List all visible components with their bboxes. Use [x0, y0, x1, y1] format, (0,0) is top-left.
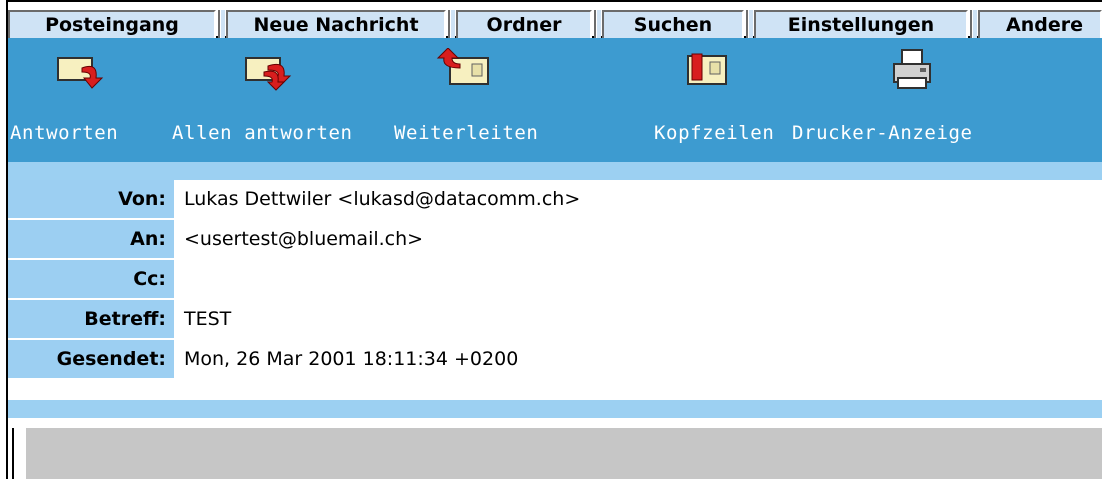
sent-value: Mon, 26 Mar 2001 18:11:34 +0200	[176, 340, 1102, 378]
forward-icon	[436, 48, 489, 85]
tab-separator	[968, 10, 978, 38]
reply-all-label: Allen antworten	[172, 122, 353, 144]
subject-label: Betreff:	[8, 300, 174, 338]
tab-separator	[216, 10, 226, 38]
message-body-area	[8, 418, 1102, 479]
tab-neue-nachricht[interactable]: Neue Nachricht	[226, 10, 446, 38]
headers-label: Kopfzeilen	[654, 122, 775, 144]
print-view-label: Drucker-Anzeige	[792, 122, 973, 144]
header-row-cc: Cc:	[8, 260, 1102, 300]
forward-button[interactable]: Weiterleiten	[392, 38, 592, 162]
header-row-sent: Gesendet: Mon, 26 Mar 2001 18:11:34 +020…	[8, 340, 1102, 380]
reply-all-button[interactable]: Allen antworten	[168, 38, 392, 162]
header-row-to: An: <usertest@bluemail.ch>	[8, 220, 1102, 260]
to-value: <usertest@bluemail.ch>	[176, 220, 1102, 258]
reply-icon	[57, 57, 104, 89]
tab-andere[interactable]: Andere	[978, 10, 1102, 38]
cc-label: Cc:	[8, 260, 174, 298]
subject-value: TEST	[176, 300, 1102, 338]
to-label: An:	[8, 220, 174, 258]
tab-separator	[446, 10, 456, 38]
headers-button[interactable]: Kopfzeilen	[648, 38, 788, 162]
header-row-subject: Betreff: TEST	[8, 300, 1102, 340]
headers-icon	[687, 53, 727, 85]
reply-all-icon	[245, 57, 292, 91]
tab-einstellungen[interactable]: Einstellungen	[754, 10, 968, 38]
reply-button[interactable]: Antworten	[8, 38, 168, 162]
from-label: Von:	[8, 180, 174, 218]
tab-separator	[744, 10, 754, 38]
header-row-from: Von: Lukas Dettwiler <lukasd@datacomm.ch…	[8, 180, 1102, 220]
reply-label: Antworten	[10, 122, 119, 144]
sent-label: Gesendet:	[8, 340, 174, 378]
tab-bar: Posteingang Neue Nachricht Ordner Suchen…	[8, 2, 1102, 38]
from-value: Lukas Dettwiler <lukasd@datacomm.ch>	[176, 180, 1102, 218]
print-view-button[interactable]: Drucker-Anzeige	[788, 38, 1048, 162]
message-body[interactable]	[26, 428, 1102, 479]
body-border	[12, 428, 14, 479]
tab-separator	[592, 10, 602, 38]
message-toolbar: Antworten Allen antworten Weiterleiten K…	[8, 38, 1102, 162]
tab-ordner[interactable]: Ordner	[456, 10, 592, 38]
message-headers: Von: Lukas Dettwiler <lukasd@datacomm.ch…	[8, 180, 1102, 380]
headers-bottom-strip	[8, 400, 1102, 418]
forward-label: Weiterleiten	[394, 122, 539, 144]
cc-value	[176, 260, 1102, 298]
toolbar-bottom-strip	[8, 162, 1102, 180]
tab-posteingang[interactable]: Posteingang	[8, 10, 216, 38]
printer-icon	[893, 49, 931, 89]
tab-suchen[interactable]: Suchen	[602, 10, 744, 38]
mail-window: Posteingang Neue Nachricht Ordner Suchen…	[0, 0, 1102, 479]
